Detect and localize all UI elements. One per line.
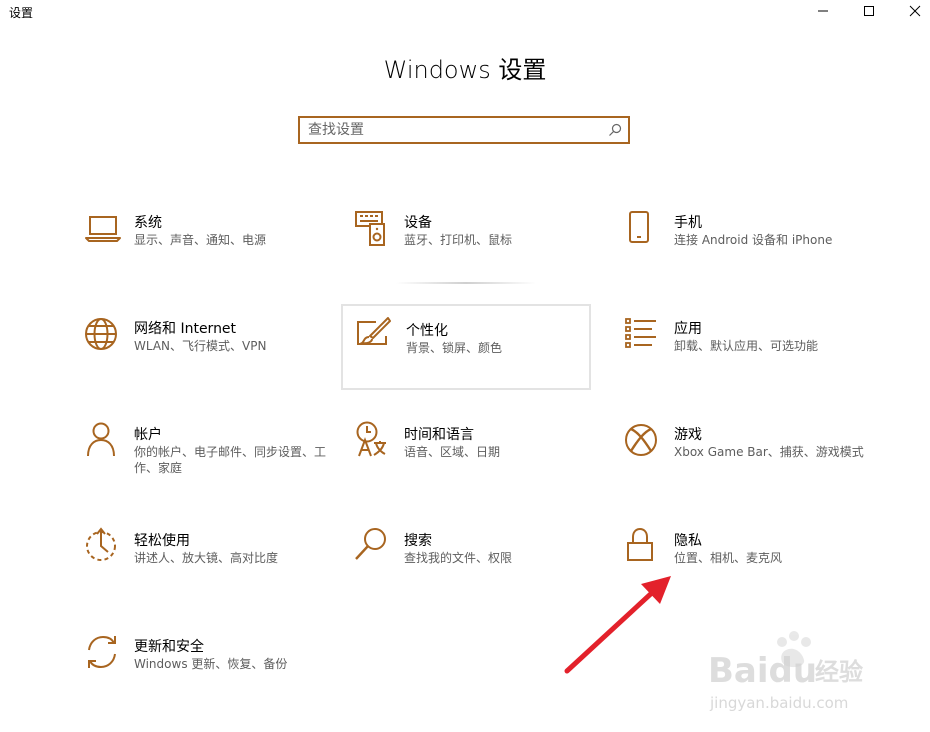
page-title: Windows 设置: [383, 56, 547, 84]
tile-desc: Windows 更新、恢复、备份: [134, 657, 288, 671]
tile-name: 个性化: [406, 323, 448, 339]
tile-desc: 查找我的文件、权限: [404, 551, 513, 565]
tile-desc: 卸载、默认应用、可选功能: [674, 339, 819, 353]
tile-name: 轻松使用: [134, 533, 190, 549]
tile-name: 更新和安全: [134, 639, 204, 655]
tile-desc: 显示、声音、通知、电源: [134, 233, 267, 247]
time-language-icon: [356, 421, 386, 457]
tile-apps[interactable]: 应用 卸载、默认应用、可选功能: [624, 314, 872, 398]
sync-icon: [88, 635, 116, 669]
tile-network[interactable]: 网络和 Internet WLAN、飞行模式、VPN: [84, 314, 332, 398]
tile-name: 应用: [674, 321, 702, 337]
xbox-icon: [625, 424, 657, 456]
watermark-url: jingyan.baidu.com: [709, 694, 848, 712]
lock-icon: [627, 527, 653, 561]
tile-name: 搜索: [404, 533, 432, 549]
tile-name: 手机: [674, 215, 702, 231]
baidu-watermark-logo: Baidu 经验 jingyan.baidu.com: [708, 631, 863, 712]
tile-phone[interactable]: 手机 连接 Android 设备和 iPhone: [624, 208, 872, 292]
tile-desc: 位置、相机、麦克风: [674, 551, 783, 565]
tile-update-security[interactable]: 更新和安全 Windows 更新、恢复、备份: [84, 632, 332, 716]
person-icon: [87, 422, 115, 457]
ease-of-access-icon: [86, 527, 116, 561]
maximize-button[interactable]: [846, 0, 892, 22]
tile-desc: 语音、区域、日期: [404, 445, 501, 459]
devices-icon: [355, 211, 385, 246]
tile-search[interactable]: 搜索 查找我的文件、权限: [354, 526, 602, 610]
tile-desc: 你的帐户、电子邮件、同步设置、工作、家庭: [134, 445, 327, 475]
tile-desc: WLAN、飞行模式、VPN: [134, 339, 267, 353]
apps-list-icon: [625, 318, 656, 348]
tile-system[interactable]: 系统 显示、声音、通知、电源: [84, 208, 332, 292]
tile-name: 隐私: [674, 533, 702, 549]
tile-name: 帐户: [134, 427, 162, 443]
window-title: 设置: [9, 6, 34, 20]
tile-desc: 蓝牙、打印机、鼠标: [404, 233, 513, 247]
globe-icon: [85, 318, 117, 350]
close-icon: [909, 5, 921, 17]
search-icon[interactable]: [608, 123, 622, 137]
laptop-icon: [85, 216, 121, 242]
tile-time-language[interactable]: 时间和语言 语音、区域、日期: [354, 420, 602, 504]
tile-name: 时间和语言: [404, 427, 474, 443]
tile-desc: 连接 Android 设备和 iPhone: [674, 233, 833, 247]
tile-name: 系统: [134, 215, 162, 231]
tile-privacy[interactable]: 隐私 位置、相机、麦克风: [624, 526, 872, 610]
hover-highlight: [396, 282, 536, 284]
minimize-icon: [818, 10, 828, 12]
tile-name: 设备: [404, 215, 432, 231]
paint-icon: [357, 317, 391, 345]
tile-accounts[interactable]: 帐户 你的帐户、电子邮件、同步设置、工作、家庭: [84, 420, 332, 504]
tile-desc: 讲述人、放大镜、高对比度: [134, 551, 279, 565]
tile-ease-of-access[interactable]: 轻松使用 讲述人、放大镜、高对比度: [84, 526, 332, 610]
tile-desc: Xbox Game Bar、捕获、游戏模式: [674, 445, 864, 459]
watermark-brand-cn: 经验: [815, 658, 863, 686]
maximize-icon: [864, 6, 874, 16]
close-button[interactable]: [892, 0, 930, 22]
search-box[interactable]: [298, 116, 630, 144]
minimize-button[interactable]: [800, 0, 846, 22]
tile-gaming[interactable]: 游戏 Xbox Game Bar、捕获、游戏模式: [624, 420, 872, 504]
tile-personalization[interactable]: 个性化 背景、锁屏、颜色: [341, 304, 591, 390]
title-bar: 设置: [0, 0, 930, 24]
tile-devices[interactable]: 设备 蓝牙、打印机、鼠标: [354, 208, 602, 292]
phone-icon: [629, 211, 649, 243]
search-input[interactable]: [308, 121, 598, 139]
tile-name: 网络和 Internet: [134, 321, 237, 337]
search-icon: [355, 528, 386, 560]
tile-name: 游戏: [674, 427, 702, 443]
watermark-brand: Baidu: [708, 651, 817, 691]
tile-desc: 背景、锁屏、颜色: [406, 341, 503, 355]
